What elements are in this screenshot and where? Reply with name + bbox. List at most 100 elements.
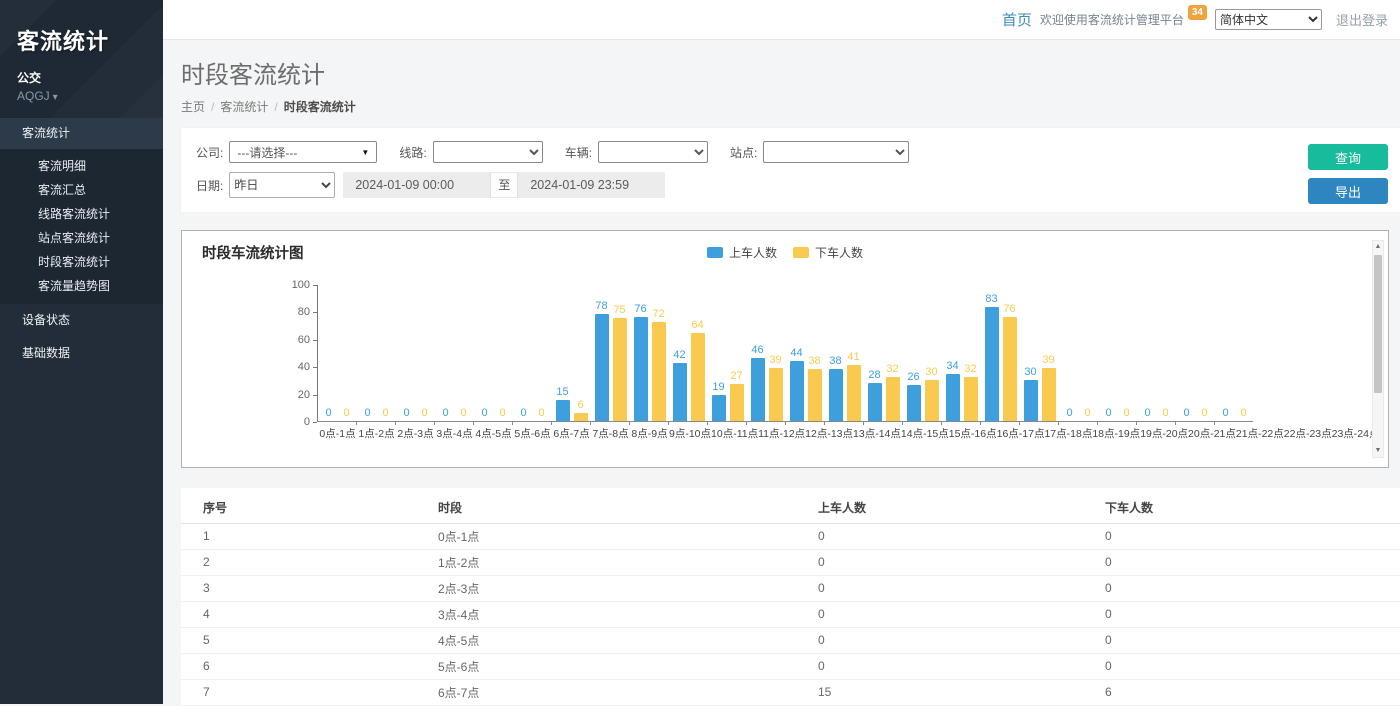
export-button[interactable]: 导出 — [1308, 178, 1388, 204]
date-preset-select[interactable]: 昨日 — [229, 172, 335, 198]
y-axis-tick — [313, 422, 317, 423]
y-axis-label: 80 — [280, 306, 310, 318]
page-header: 时段客流统计 主页/客流统计/时段客流统计 — [163, 40, 1400, 118]
table-cell: 3 — [181, 575, 416, 601]
chart-bar — [556, 400, 570, 421]
sidebar-subitem[interactable]: 站点客流统计 — [0, 226, 163, 250]
chart-category: 2630 — [903, 285, 942, 421]
x-axis-ticks — [318, 421, 1253, 425]
chart-category: 3039 — [1020, 285, 1059, 421]
chart-category: 00 — [396, 285, 435, 421]
table-cell: 0 — [1083, 601, 1400, 627]
legend-item[interactable]: 下车人数 — [793, 244, 863, 261]
bar-group: 27 — [730, 370, 744, 421]
table-row: 76点-7点156 — [181, 679, 1400, 705]
x-axis-label: 14点-15点 — [901, 426, 949, 441]
breadcrumb-separator: / — [211, 100, 214, 114]
bar-group: 0 — [1081, 407, 1095, 421]
chart-bar — [985, 307, 999, 421]
sidebar-subitem[interactable]: 客流汇总 — [0, 178, 163, 202]
bar-value-label: 27 — [730, 370, 742, 382]
logout-link[interactable]: 退出登录 — [1336, 10, 1388, 29]
bar-group: 72 — [652, 308, 666, 421]
table-cell: 0 — [1083, 523, 1400, 549]
table-cell: 2点-3点 — [416, 575, 796, 601]
bar-group: 0 — [340, 407, 354, 421]
date-from-input[interactable]: 2024-01-09 00:00 — [343, 172, 490, 198]
bar-value-label: 72 — [652, 308, 664, 320]
chart-category: 00 — [1176, 285, 1215, 421]
scroll-down-arrow-icon[interactable]: ▼ — [1373, 445, 1383, 457]
station-label: 站点: — [730, 144, 757, 161]
bar-value-label: 38 — [829, 355, 841, 367]
notification-badge[interactable]: 34 — [1188, 5, 1207, 20]
x-axis-label: 0点-1点 — [318, 426, 357, 441]
vehicle-select[interactable] — [598, 141, 708, 163]
bar-group: 28 — [868, 369, 882, 421]
legend-swatch — [793, 247, 809, 258]
filter-panel: 公司: ---请选择--- ▼ 线路: 车辆: 站点: 日期: — [181, 128, 1400, 212]
table-row: 32点-3点00 — [181, 575, 1400, 601]
y-axis-tick — [313, 285, 317, 286]
chart-category: 7672 — [630, 285, 669, 421]
bar-group: 0 — [418, 407, 432, 421]
bar-group: 0 — [1180, 407, 1194, 421]
org-name: 公交 — [17, 69, 163, 86]
chart-category: 00 — [1215, 285, 1254, 421]
bar-group: 0 — [1141, 407, 1155, 421]
x-axis-label: 21点-22点 — [1236, 426, 1284, 441]
company-select[interactable]: ---请选择--- ▼ — [229, 141, 377, 163]
welcome-text: 欢迎使用客流统计管理平台 — [1040, 11, 1184, 28]
bar-group: 19 — [712, 381, 726, 421]
bar-group: 0 — [379, 407, 393, 421]
table-cell: 4 — [181, 601, 416, 627]
company-select-value: ---请选择--- — [237, 144, 297, 161]
bar-group: 42 — [673, 349, 687, 421]
legend-label: 下车人数 — [815, 244, 863, 261]
bar-group: 0 — [496, 407, 510, 421]
sidebar-item[interactable]: 基础数据 — [0, 337, 163, 370]
bar-value-label: 32 — [964, 363, 976, 375]
breadcrumb-section[interactable]: 客流统计 — [220, 100, 268, 114]
bar-group: 83 — [985, 293, 999, 421]
station-select[interactable] — [763, 141, 909, 163]
chart-bar — [886, 377, 900, 421]
table-cell: 0 — [796, 575, 1083, 601]
x-axis-label: 10点-11点 — [711, 426, 758, 441]
chart-bar — [790, 361, 804, 421]
table-cell: 0 — [796, 549, 1083, 575]
filter-row-2: 日期: 昨日 2024-01-09 00:00 至 2024-01-09 23:… — [196, 172, 1385, 198]
line-select[interactable] — [433, 141, 543, 163]
sidebar-item[interactable]: 设备状态 — [0, 304, 163, 337]
scroll-up-arrow-icon[interactable]: ▲ — [1373, 241, 1383, 253]
bar-group: 75 — [613, 304, 627, 421]
chart-scrollbar[interactable]: ▲ ▼ — [1372, 240, 1384, 458]
chart-category: 1927 — [708, 285, 747, 421]
sidebar-subitem[interactable]: 客流量趋势图 — [0, 274, 163, 298]
legend-item[interactable]: 上车人数 — [707, 244, 777, 261]
org-code-dropdown[interactable]: AQGJ▾ — [17, 89, 163, 103]
bar-value-label: 0 — [325, 407, 331, 419]
table-cell: 0点-1点 — [416, 523, 796, 549]
x-axis-label: 8点-9点 — [630, 426, 669, 441]
date-to-input[interactable]: 2024-01-09 23:59 — [518, 172, 665, 198]
hourly-flow-table: 序号时段上车人数下车人数 10点-1点0021点-2点0032点-3点0043点… — [181, 492, 1400, 706]
breadcrumb-home[interactable]: 主页 — [181, 100, 205, 114]
sidebar-subitem[interactable]: 线路客流统计 — [0, 202, 163, 226]
scrollbar-thumb[interactable] — [1374, 255, 1382, 393]
sidebar-subitem[interactable]: 客流明细 — [0, 154, 163, 178]
x-axis-label: 13点-14点 — [853, 426, 901, 441]
sidebar-item[interactable]: 客流统计 — [0, 118, 163, 149]
table-cell: 0 — [1083, 627, 1400, 653]
x-axis-label: 17点-18点 — [1044, 426, 1092, 441]
home-link[interactable]: 首页 — [1002, 9, 1032, 30]
language-select[interactable]: 简体中文 — [1215, 9, 1322, 30]
chart-category: 8376 — [981, 285, 1020, 421]
org-code-label: AQGJ — [17, 89, 50, 103]
bar-value-label: 0 — [538, 407, 544, 419]
legend-label: 上车人数 — [729, 244, 777, 261]
chart-bar — [847, 365, 861, 421]
query-button[interactable]: 查询 — [1308, 144, 1388, 170]
sidebar-subitem[interactable]: 时段客流统计 — [0, 250, 163, 274]
y-axis-label: 60 — [280, 334, 310, 346]
